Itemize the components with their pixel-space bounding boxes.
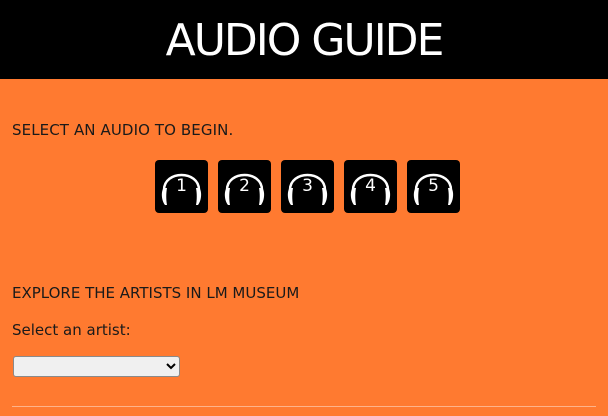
intro-text: SELECT AN AUDIO TO BEGIN.	[12, 121, 234, 139]
audio-button-label: 3	[302, 176, 313, 196]
artist-select[interactable]	[13, 356, 180, 377]
audio-button-label: 1	[176, 176, 187, 196]
audio-button-1[interactable]: 1	[155, 160, 208, 213]
audio-button-2[interactable]: 2	[218, 160, 271, 213]
divider	[12, 406, 596, 407]
audio-button-3[interactable]: 3	[281, 160, 334, 213]
audio-button-label: 4	[365, 176, 376, 196]
explore-heading: EXPLORE THE ARTISTS IN LM MUSEUM	[12, 284, 300, 302]
header-bar: AUDIO GUIDE	[0, 0, 608, 79]
audio-button-label: 5	[428, 176, 439, 196]
artist-select-label: Select an artist:	[12, 321, 131, 339]
audio-button-row: 1 2 3 4 5	[155, 160, 460, 213]
page-title: AUDIO GUIDE	[165, 14, 445, 66]
audio-button-label: 2	[239, 176, 250, 196]
audio-button-4[interactable]: 4	[344, 160, 397, 213]
audio-button-5[interactable]: 5	[407, 160, 460, 213]
